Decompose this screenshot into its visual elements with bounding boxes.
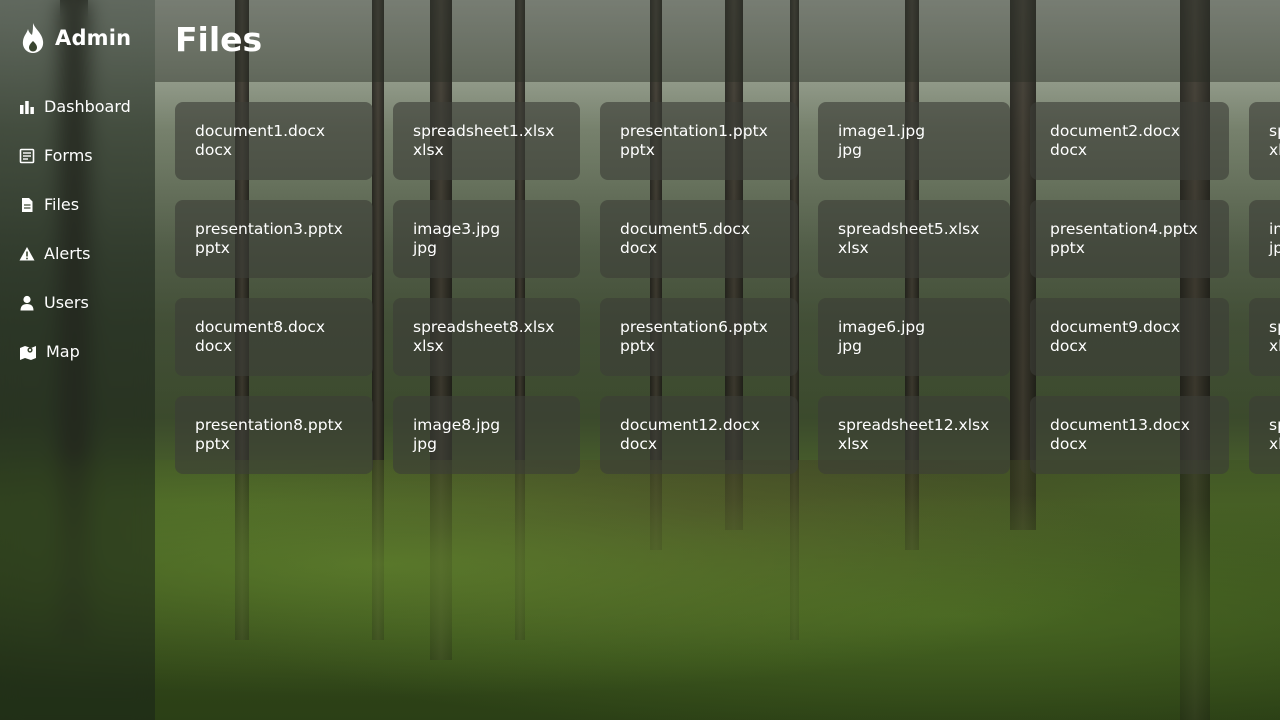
sidebar-item-label: Alerts: [44, 244, 91, 263]
sidebar-item-label: Map: [46, 342, 80, 361]
file-name: document8.docx: [195, 318, 326, 336]
file-name: presentation8.pptx: [195, 416, 343, 434]
file-name: presentation4.pptx: [1050, 220, 1198, 238]
file-icon: [22, 197, 33, 212]
sidebar-item-label: Files: [44, 195, 80, 214]
file-type: pptx: [620, 141, 655, 159]
file-card[interactable]: spreadsheet8.xlsx xlsx: [393, 298, 580, 376]
bar-chart-icon: [20, 100, 34, 114]
file-name: sp: [1269, 122, 1280, 140]
file-name: image8.jpg: [413, 416, 501, 434]
file-type: docx: [620, 239, 658, 257]
brand[interactable]: Admin: [20, 22, 131, 54]
file-card[interactable]: spreadsheet1.xlsx xlsx: [393, 102, 580, 180]
file-type: docx: [620, 435, 658, 453]
file-card[interactable]: image3.jpg jpg: [393, 200, 580, 278]
file-type: jpg: [413, 239, 437, 257]
sidebar-item-label: Users: [44, 293, 89, 312]
file-type: xl: [1269, 141, 1280, 159]
file-card[interactable]: document9.docx docx: [1030, 298, 1229, 376]
sidebar-item-map[interactable]: Map: [0, 327, 155, 376]
file-card[interactable]: image8.jpg jpg: [393, 396, 580, 474]
file-card[interactable]: image6.jpg jpg: [818, 298, 1010, 376]
file-type: pptx: [1050, 239, 1085, 257]
page-header: Files: [155, 0, 1280, 82]
file-name: image1.jpg: [838, 122, 926, 140]
file-name: document9.docx: [1050, 318, 1181, 336]
file-name: document12.docx: [620, 416, 760, 434]
sidebar-item-files[interactable]: Files: [0, 180, 155, 229]
file-name: document2.docx: [1050, 122, 1181, 140]
file-name: document1.docx: [195, 122, 326, 140]
file-type: pptx: [620, 337, 655, 355]
file-name: presentation6.pptx: [620, 318, 768, 336]
form-icon: [19, 148, 35, 163]
file-name: sp: [1269, 416, 1280, 434]
file-type: xlsx: [838, 435, 869, 453]
file-type: docx: [1050, 141, 1088, 159]
warning-icon: [19, 246, 35, 260]
file-name: spreadsheet12.xlsx: [838, 416, 990, 434]
file-card[interactable]: document13.docx docx: [1030, 396, 1229, 474]
sidebar-item-label: Forms: [44, 146, 93, 165]
file-name: image6.jpg: [838, 318, 926, 336]
file-card[interactable]: document8.docx docx: [175, 298, 373, 376]
file-type: pptx: [195, 239, 230, 257]
brand-name: Admin: [55, 26, 132, 50]
file-card[interactable]: presentation4.pptx pptx: [1030, 200, 1229, 278]
file-type: jp: [1269, 239, 1280, 257]
file-type: jpg: [838, 141, 862, 159]
file-type: docx: [1050, 435, 1088, 453]
file-card[interactable]: document5.docx docx: [600, 200, 798, 278]
file-card[interactable]: imjp: [1249, 200, 1280, 278]
file-type: jpg: [838, 337, 862, 355]
file-type: xlsx: [413, 141, 444, 159]
file-card[interactable]: document1.docx docx: [175, 102, 373, 180]
file-type: jpg: [413, 435, 437, 453]
sidebar-item-dashboard[interactable]: Dashboard: [0, 82, 155, 131]
file-card[interactable]: spreadsheet5.xlsx xlsx: [818, 200, 1010, 278]
file-name: sp: [1269, 318, 1280, 336]
file-name: document5.docx: [620, 220, 751, 238]
sidebar-item-label: Dashboard: [44, 97, 131, 116]
file-name: presentation1.pptx: [620, 122, 768, 140]
file-type: xlsx: [413, 337, 444, 355]
file-name: im: [1269, 220, 1280, 238]
file-card[interactable]: presentation1.pptx pptx: [600, 102, 798, 180]
file-card[interactable]: presentation6.pptx pptx: [600, 298, 798, 376]
file-name: document13.docx: [1050, 416, 1190, 434]
flame-icon: [22, 23, 44, 53]
file-name: image3.jpg: [413, 220, 501, 238]
file-card[interactable]: document2.docx docx: [1030, 102, 1229, 180]
sidebar-item-forms[interactable]: Forms: [0, 131, 155, 180]
file-name: spreadsheet8.xlsx: [413, 318, 555, 336]
sidebar-item-alerts[interactable]: Alerts: [0, 229, 155, 278]
user-icon: [20, 295, 34, 310]
sidebar-item-users[interactable]: Users: [0, 278, 155, 327]
file-type: docx: [1050, 337, 1088, 355]
file-card[interactable]: presentation3.pptx pptx: [175, 200, 373, 278]
file-card[interactable]: spxl: [1249, 396, 1280, 474]
file-card[interactable]: spxl: [1249, 102, 1280, 180]
sidebar: Admin Dashboard Forms Files Alerts Users…: [0, 0, 155, 720]
file-type: pptx: [195, 435, 230, 453]
file-type: docx: [195, 141, 233, 159]
file-card[interactable]: spreadsheet12.xlsx xlsx: [818, 396, 1010, 474]
file-type: xlsx: [838, 239, 869, 257]
file-type: docx: [195, 337, 233, 355]
file-card[interactable]: image1.jpg jpg: [818, 102, 1010, 180]
file-name: spreadsheet5.xlsx: [838, 220, 980, 238]
file-card[interactable]: presentation8.pptx pptx: [175, 396, 373, 474]
map-icon: [20, 345, 36, 360]
file-name: presentation3.pptx: [195, 220, 343, 238]
page-title: Files: [175, 20, 263, 59]
file-type: xl: [1269, 337, 1280, 355]
sidebar-nav: Dashboard Forms Files Alerts Users Map: [0, 82, 155, 376]
file-type: xl: [1269, 435, 1280, 453]
file-card[interactable]: document12.docx docx: [600, 396, 798, 474]
file-name: spreadsheet1.xlsx: [413, 122, 555, 140]
file-card[interactable]: spxl: [1249, 298, 1280, 376]
